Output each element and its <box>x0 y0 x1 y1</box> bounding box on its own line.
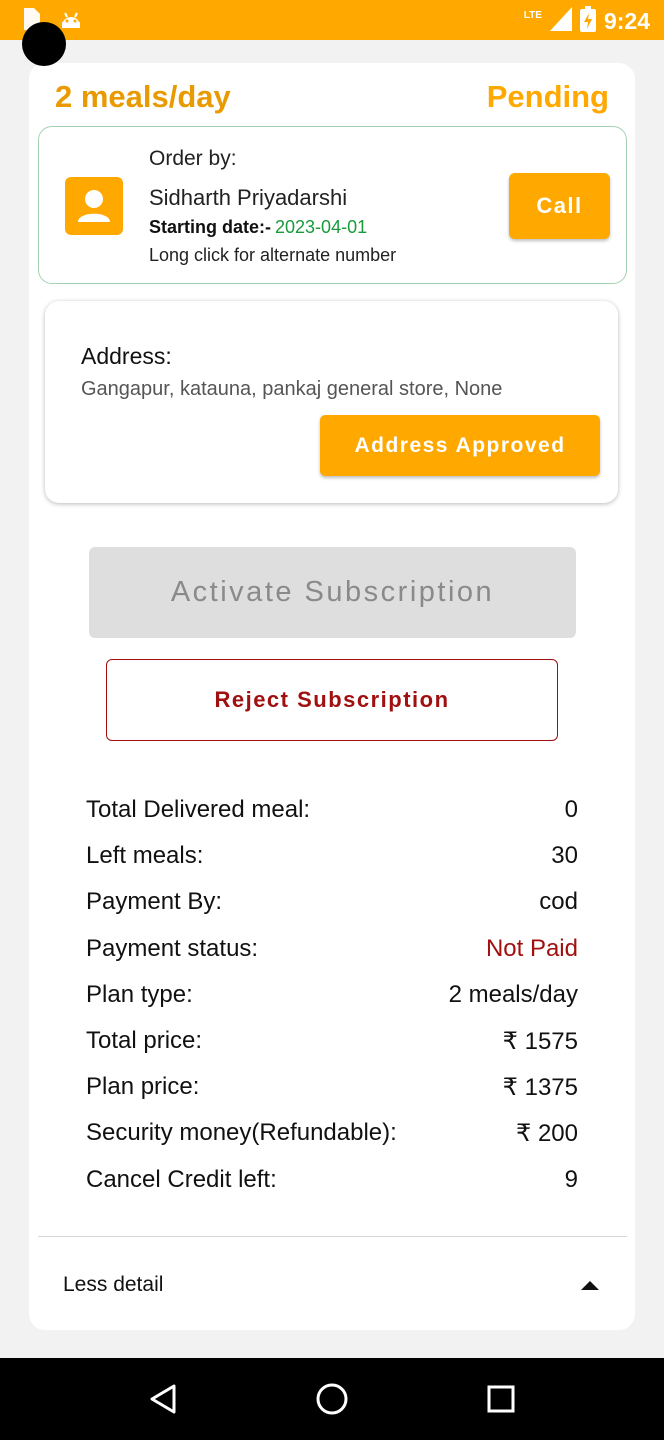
alternate-number-hint: Long click for alternate number <box>149 245 397 265</box>
starting-date-value: 2023-04-01 <box>275 217 368 237</box>
detail-value: 9 <box>564 1165 578 1193</box>
detail-row: Total Delivered meal: 0 <box>86 787 578 833</box>
details-list: Total Delivered meal: 0 Left meals: 30 Pay… <box>86 787 578 1203</box>
detail-row: Total price: ₹ 1575 <box>86 1018 578 1064</box>
payment-status-value: Not Paid <box>485 934 578 962</box>
less-detail-label: Less detail <box>63 1273 164 1296</box>
customer-name: Sidharth Priyadarshi <box>149 185 348 210</box>
order-info-box[interactable]: Order by: Sidharth Priyadarshi Starting … <box>38 126 627 284</box>
detail-row: Cancel Credit left: 9 <box>86 1157 578 1203</box>
starting-date-row: Starting date:- 2023-04-01 <box>149 217 367 238</box>
battery-charging-icon <box>579 6 596 37</box>
order-by-label: Order by: <box>149 147 237 170</box>
detail-row: Security money(Refundable): ₹ 200 <box>86 1110 578 1156</box>
detail-row: Plan price: ₹ 1375 <box>86 1064 578 1110</box>
clock: 9:24 <box>603 8 650 34</box>
starting-date-label: Starting date:- <box>149 217 272 237</box>
camera-cutout <box>22 22 66 66</box>
caret-up-icon <box>581 1280 599 1290</box>
address-box: Address: Gangapur, katauna, pankaj gener… <box>45 301 618 503</box>
back-icon[interactable] <box>148 1383 178 1415</box>
detail-value: 0 <box>564 796 578 824</box>
detail-label: Payment By: <box>86 888 223 916</box>
detail-value: ₹ 1575 <box>502 1027 578 1055</box>
address-approved-button[interactable]: Address Approved <box>320 415 600 476</box>
navigation-bar <box>0 1358 664 1440</box>
activate-subscription-button[interactable]: Activate Subscription <box>89 547 576 638</box>
detail-row: Payment status: Not Paid <box>86 926 578 972</box>
detail-row: Left meals: 30 <box>86 833 578 879</box>
less-detail-toggle[interactable]: Less detail <box>63 1267 599 1303</box>
detail-label: Cancel Credit left: <box>86 1165 277 1193</box>
detail-value: ₹ 1375 <box>502 1073 578 1101</box>
status-icons: LTE 9:24 <box>524 6 650 37</box>
recents-icon[interactable] <box>486 1384 516 1414</box>
detail-value: ₹ 200 <box>516 1119 578 1147</box>
divider <box>38 1236 627 1237</box>
reject-subscription-button[interactable]: Reject Subscription <box>106 659 558 741</box>
android-icon <box>60 8 82 34</box>
signal-icon <box>549 7 572 36</box>
call-button[interactable]: Call <box>509 173 610 239</box>
address-label: Address: <box>81 343 172 369</box>
home-icon[interactable] <box>315 1382 349 1416</box>
detail-label: Plan type: <box>86 980 193 1008</box>
detail-label: Plan price: <box>86 1073 200 1101</box>
card-header: 2 meals/day Pending <box>55 77 609 117</box>
detail-label: Security money(Refundable): <box>86 1119 397 1147</box>
detail-row: Plan type: 2 meals/day <box>86 972 578 1018</box>
detail-value: 2 meals/day <box>448 980 578 1008</box>
detail-label: Total Delivered meal: <box>86 796 311 824</box>
plan-title: 2 meals/day <box>55 79 231 114</box>
detail-label: Total price: <box>86 1027 203 1055</box>
address-value: Gangapur, katauna, pankaj general store,… <box>81 378 503 400</box>
detail-row: Payment By: cod <box>86 879 578 925</box>
status-label: Pending <box>486 79 609 114</box>
network-type: LTE <box>523 10 542 21</box>
detail-label: Payment status: <box>86 934 259 962</box>
person-icon <box>65 177 123 235</box>
status-bar: LTE 9:24 <box>0 0 664 40</box>
detail-value: cod <box>539 888 578 916</box>
detail-label: Left meals: <box>86 842 204 870</box>
subscription-card: 2 meals/day Pending Order by: Sidharth P… <box>29 63 635 1330</box>
detail-value: 30 <box>551 842 578 870</box>
